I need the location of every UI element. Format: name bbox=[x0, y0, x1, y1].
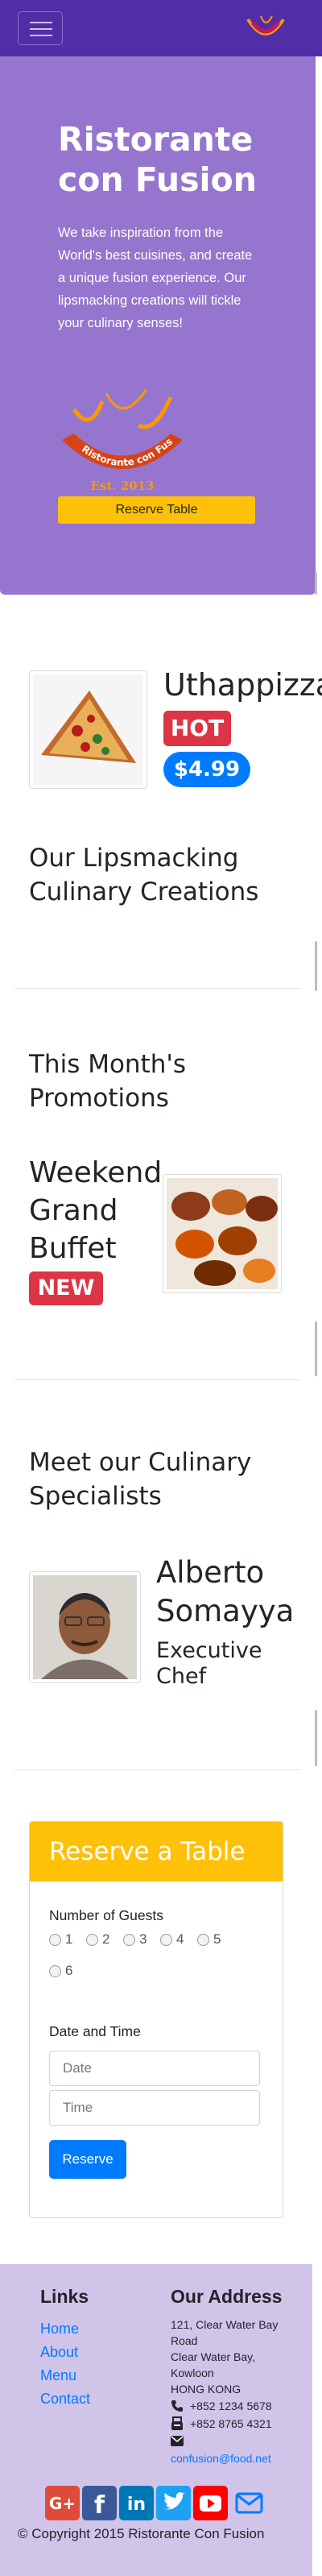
jumbotron-description: We take inspiration from the World's bes… bbox=[58, 226, 253, 330]
logo-est: Est. 2013 bbox=[91, 479, 155, 493]
twitter-icon[interactable] bbox=[156, 2486, 191, 2520]
hot-badge: HOT bbox=[163, 711, 231, 746]
divider bbox=[14, 1769, 301, 1770]
reserve-card: Reserve a Table Number of Guests 1 2 3 4… bbox=[29, 1821, 283, 2218]
leader-title: Executive Chef bbox=[156, 1638, 262, 1689]
promotion-name: Weekend Grand Buffet bbox=[29, 1156, 163, 1265]
footer-links-heading: Links bbox=[40, 2286, 89, 2307]
fax-icon bbox=[171, 2416, 183, 2430]
datetime-label: Date and Time bbox=[49, 2023, 141, 2039]
linkedin-icon[interactable]: in bbox=[119, 2486, 154, 2520]
hamburger-icon bbox=[30, 22, 52, 23]
navbar-toggle-button[interactable] bbox=[18, 11, 63, 45]
guests-option-label: 1 bbox=[65, 1931, 73, 1947]
restaurant-logo-icon[interactable] bbox=[242, 11, 290, 45]
scroll-indicator bbox=[315, 941, 317, 991]
jumbotron: Ristorante con Fusion We take inspiratio… bbox=[0, 56, 316, 595]
phone-number: +852 1234 5678 bbox=[190, 2400, 272, 2412]
address-line: Road bbox=[171, 2334, 198, 2347]
restaurant-logo-image: Ristorante con Fusion Est. 2013 bbox=[58, 377, 183, 493]
reserve-card-title: Reserve a Table bbox=[30, 1822, 283, 1881]
navbar bbox=[0, 0, 322, 56]
envelope-icon bbox=[171, 2436, 184, 2446]
date-input[interactable]: Date bbox=[49, 2051, 260, 2086]
svg-text:f: f bbox=[94, 2491, 105, 2520]
address-line: 121, Clear Water Bay bbox=[171, 2318, 279, 2331]
guests-radio-4[interactable] bbox=[160, 1934, 172, 1946]
address-line: Kowloon bbox=[171, 2367, 214, 2379]
reserve-table-button[interactable]: Reserve Table bbox=[58, 496, 255, 524]
guests-radio-3[interactable] bbox=[123, 1934, 135, 1946]
guests-radio-1[interactable] bbox=[49, 1934, 61, 1946]
divider bbox=[14, 1379, 301, 1380]
guests-label: Number of Guests bbox=[49, 1907, 163, 1923]
address-line: Clear Water Bay, bbox=[171, 2350, 256, 2363]
guests-option-label: 2 bbox=[102, 1931, 110, 1947]
footer-address-heading: Our Address bbox=[171, 2286, 283, 2307]
scroll-indicator bbox=[315, 572, 317, 595]
copyright-text: © Copyright 2015 Ristorante Con Fusion bbox=[18, 2526, 265, 2541]
guests-radio-2[interactable] bbox=[86, 1934, 98, 1946]
chef-photo bbox=[29, 1571, 141, 1683]
guests-option-label: 4 bbox=[176, 1931, 184, 1947]
dish-heading: Our Lipsmacking Culinary Creations bbox=[29, 844, 259, 906]
email-link[interactable]: confusion@food.net bbox=[171, 2450, 271, 2466]
footer-link-contact[interactable]: Contact bbox=[40, 2391, 90, 2408]
address-line: HONG KONG bbox=[171, 2383, 242, 2396]
reserve-button[interactable]: Reserve bbox=[49, 2140, 126, 2179]
mail-icon[interactable] bbox=[232, 2486, 266, 2520]
time-input[interactable]: Time bbox=[49, 2090, 260, 2126]
fax-number: +852 8765 4321 bbox=[190, 2417, 272, 2430]
buffet-image bbox=[163, 1174, 282, 1293]
scroll-indicator bbox=[315, 1710, 317, 1766]
guests-radio-6[interactable] bbox=[49, 1965, 61, 1977]
jumbotron-title: Ristorante con Fusion bbox=[58, 120, 257, 199]
guests-option-label: 6 bbox=[65, 1963, 73, 1978]
footer-link-menu[interactable]: Menu bbox=[40, 2367, 76, 2384]
footer-link-home[interactable]: Home bbox=[40, 2321, 79, 2337]
guests-option-label: 3 bbox=[139, 1931, 147, 1947]
dish-image bbox=[29, 670, 147, 789]
leader-heading: Meet our Culinary Specialists bbox=[29, 1448, 252, 1511]
guests-option-label: 5 bbox=[213, 1931, 221, 1947]
scroll-indicator bbox=[315, 1321, 317, 1376]
svg-text:in: in bbox=[127, 2495, 146, 2515]
leader-name: Alberto Somayya bbox=[156, 1555, 295, 1628]
price-badge: $4.99 bbox=[163, 752, 250, 787]
youtube-icon[interactable] bbox=[193, 2486, 228, 2520]
promotion-heading: This Month's Promotions bbox=[29, 1050, 187, 1113]
footer-link-about[interactable]: About bbox=[40, 2344, 78, 2361]
google-plus-icon[interactable]: G+ bbox=[45, 2486, 80, 2520]
svg-text:G+: G+ bbox=[49, 2494, 76, 2513]
facebook-icon[interactable]: f bbox=[82, 2486, 117, 2520]
new-badge: NEW bbox=[29, 1271, 103, 1305]
divider bbox=[14, 988, 301, 989]
phone-icon bbox=[171, 2400, 183, 2412]
guests-radio-5[interactable] bbox=[197, 1934, 209, 1946]
dish-name: Uthappizza bbox=[163, 667, 322, 703]
